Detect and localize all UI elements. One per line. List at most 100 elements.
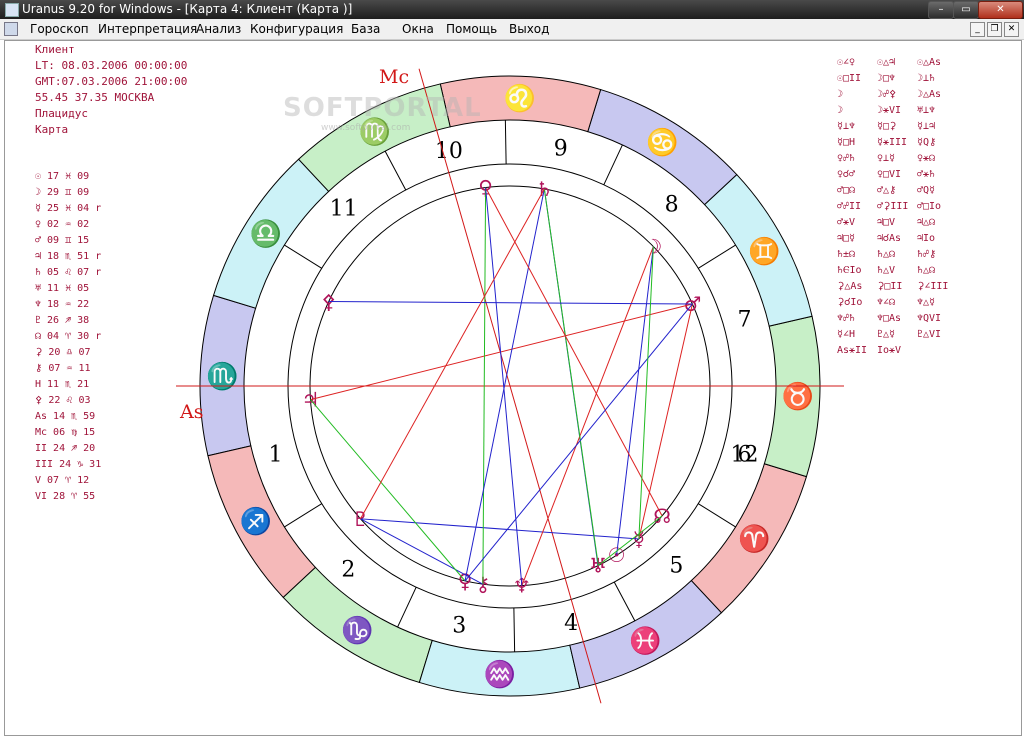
aspect-cell: ♀□VI	[877, 169, 902, 180]
house-number: 8	[665, 192, 679, 217]
menu-analysis[interactable]: Анализ	[196, 22, 241, 36]
maximize-button[interactable]: ▭	[953, 1, 979, 19]
planet-position-row: ♆ 18 ♒ 22	[35, 299, 90, 310]
house-number: 12	[731, 442, 759, 467]
house-cusp-line	[384, 150, 407, 191]
planet-position-row: ⚴ 22 ♌ 03	[35, 395, 91, 406]
planet-position-row: ☊ 04 ♈ 30 r	[35, 331, 102, 342]
house-number: 1	[268, 442, 282, 467]
aspect-cell: ♂Q☿	[917, 185, 936, 196]
menu-configuration[interactable]: Конфигурация	[250, 22, 343, 36]
location: 55.45 37.35 МОСКВА	[35, 91, 155, 104]
close-button[interactable]: ✕	[978, 1, 1023, 19]
aspect-line	[360, 518, 639, 540]
aspect-cell: ♃Io	[917, 233, 936, 244]
aspect-cell: ♃△☊	[917, 217, 936, 228]
aspect-line	[597, 515, 663, 566]
aspect-cell: ♄☍⚷	[917, 249, 937, 260]
aspect-line	[543, 188, 599, 566]
house-number: 10	[435, 139, 463, 164]
aspect-cell: ☿□⚳	[877, 121, 897, 132]
minimize-button[interactable]: –	[928, 1, 954, 19]
house-number: 3	[452, 614, 466, 639]
menu-bar: Гороскоп Интерпретация Анализ Конфигурац…	[0, 19, 1024, 40]
aspect-cell: ☿⊥♃	[917, 121, 936, 132]
planet-position-row: III 24 ♑ 31	[35, 459, 102, 470]
aspect-cell: ♂□Io	[917, 201, 942, 212]
aspect-line	[464, 303, 693, 582]
zodiac-sign-glyph: ♑	[341, 615, 373, 646]
mdi-close-button[interactable]: ✕	[1004, 22, 1019, 37]
ascendant-label: As	[179, 401, 203, 423]
midheaven-label: Mc	[379, 66, 409, 88]
aspect-cell: ☽△As	[917, 89, 942, 100]
zodiac-sign-glyph: ♈	[738, 524, 770, 555]
planet-position-row: H 11 ♏ 21	[35, 379, 90, 390]
zodiac-sign-glyph: ♎	[250, 218, 282, 249]
aspect-cell: ☿⚹III	[877, 137, 908, 148]
house-cusp-line	[603, 144, 623, 186]
aspect-cell: ♃□V	[877, 217, 896, 228]
app-icon	[5, 3, 19, 17]
planet-position-row: ♃ 18 ♏ 51 r	[35, 251, 102, 262]
planet-position-row: ☉ 17 ♓ 09	[35, 171, 90, 182]
planet-position-row: ♂ 09 ♊ 15	[35, 235, 90, 246]
aspect-cell: ⚳∠III	[917, 281, 949, 292]
aspect-line	[485, 187, 523, 586]
house-cusp-line	[698, 244, 736, 269]
menu-database[interactable]: База	[351, 22, 380, 36]
planet-position-row: II 24 ♐ 20	[35, 443, 96, 454]
planet-position-row: ♅ 11 ♓ 05	[35, 283, 90, 294]
title-bar: Uranus 9.20 for Windows - [Карта 4: Клие…	[0, 0, 1024, 19]
zodiac-sign-glyph: ♐	[240, 506, 272, 537]
watermark: SOFTPORTAL	[283, 93, 482, 123]
aspect-line	[464, 188, 545, 581]
aspect-line	[310, 399, 466, 582]
natal-chart-wheel[interactable]: ♏♐♑♒♓♈♉♊♋♌♍♎123456789101112AsMc♇♃♅♆⚷♀☿☉♅…	[165, 41, 865, 731]
house-number: 7	[738, 308, 752, 333]
planet-position-row: ♀ 02 ♒ 02	[35, 219, 90, 230]
house-cusp-line	[513, 607, 516, 652]
aspect-cell: ♃☌As	[877, 233, 902, 244]
aspect-cell: ♂△⚷	[877, 185, 897, 196]
house-cusp-line	[698, 503, 736, 528]
aspect-cell: ♆QVI	[917, 313, 942, 324]
menu-exit[interactable]: Выход	[509, 22, 549, 36]
zodiac-sign-glyph: ♌	[504, 83, 536, 114]
planet-position-row: As 14 ♏ 59	[35, 411, 96, 422]
planet-position-row: ⚳ 20 ♎ 07	[35, 347, 91, 358]
menu-interpretation[interactable]: Интерпретация	[98, 22, 197, 36]
aspect-cell: ☿Q⚷	[917, 137, 937, 148]
menu-help[interactable]: Помощь	[446, 22, 497, 36]
aspect-cell: ☽⊥♄	[917, 73, 936, 84]
planet-position-row: ♄ 05 ♌ 07 r	[35, 267, 102, 278]
aspect-line	[485, 187, 663, 517]
planet-positions: ☉ 17 ♓ 09 ☽ 29 ♊ 09 ☿ 25 ♓ 04 r ♀ 02 ♒ 02 ♂ …	[35, 169, 101, 505]
mdi-minimize-button[interactable]: _	[970, 22, 985, 37]
planet-position-row: ⚷ 07 ♒ 11	[35, 363, 91, 374]
planet-position-row: Mc 06 ♍ 15	[35, 427, 96, 438]
aspect-cell: ♂⚹♄	[917, 169, 936, 180]
aspect-cell: ♂⚳III	[877, 201, 909, 212]
chart-window: Клиент LT: 08.03.2006 00:00:00 GMT:07.03…	[4, 40, 1022, 736]
document-icon[interactable]	[4, 22, 18, 36]
aspect-cell: ☽⚹VI	[877, 105, 902, 116]
aspect-cell: ♇△VI	[917, 329, 942, 340]
aspect-line	[328, 301, 693, 305]
aspect-cell: ♆□As	[877, 313, 902, 324]
zodiac-sign-glyph: ♓	[629, 625, 661, 656]
zodiac-sign-glyph: ♒	[484, 659, 516, 690]
house-cusp-line	[613, 581, 636, 622]
aspect-cell: ♆∠☊	[877, 297, 896, 308]
house-number: 11	[330, 197, 358, 222]
aspect-line	[310, 303, 693, 401]
menu-windows[interactable]: Окна	[402, 22, 434, 36]
menu-horoscope[interactable]: Гороскоп	[30, 22, 89, 36]
house-number: 2	[341, 558, 355, 583]
aspect-cell: ☉△♃	[877, 57, 896, 68]
mdi-restore-button[interactable]: ❐	[987, 22, 1002, 37]
planet-position-row: V 07 ♈ 12	[35, 475, 90, 486]
aspect-cell: ♄△V	[877, 265, 896, 276]
aspect-cell: ♄△☊	[877, 249, 896, 260]
aspect-cell: ♀⚹☊	[917, 153, 936, 164]
